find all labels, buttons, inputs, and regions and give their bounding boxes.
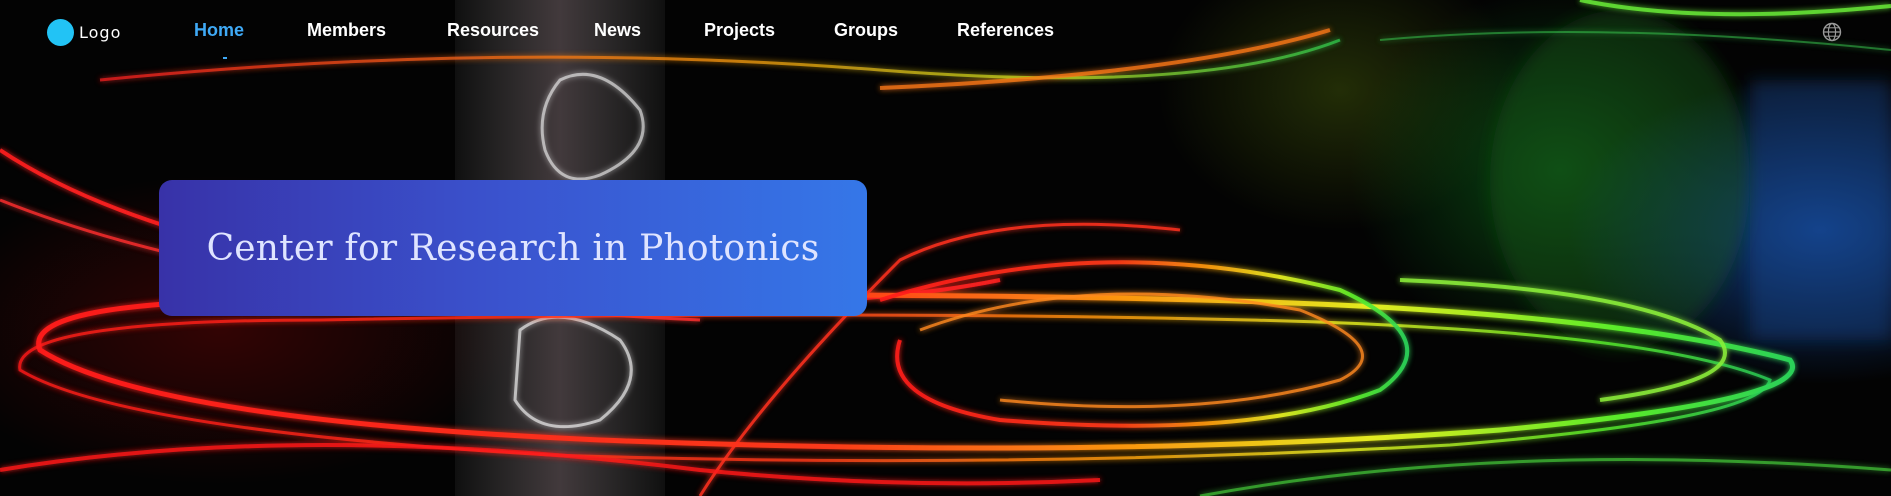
nav-item-home[interactable]: Home [194, 20, 244, 41]
logo-text: Logo [79, 23, 122, 42]
nav-item-resources[interactable]: Resources [447, 20, 539, 41]
page-title: Center for Research in Photonics [206, 227, 820, 269]
nav-active-indicator [223, 57, 227, 59]
hero-banner: Logo Home Members Resources News Project… [0, 0, 1891, 496]
nav-item-references[interactable]: References [957, 20, 1054, 41]
globe-icon[interactable] [1822, 22, 1842, 42]
nav-item-members[interactable]: Members [307, 20, 386, 41]
hero-title-card: Center for Research in Photonics [159, 180, 867, 316]
main-navigation: Logo Home Members Resources News Project… [0, 0, 1891, 64]
nav-item-groups[interactable]: Groups [834, 20, 898, 41]
logo-circle-icon [47, 19, 74, 46]
site-logo[interactable]: Logo [47, 19, 121, 46]
nav-item-projects[interactable]: Projects [704, 20, 775, 41]
nav-item-news[interactable]: News [594, 20, 641, 41]
